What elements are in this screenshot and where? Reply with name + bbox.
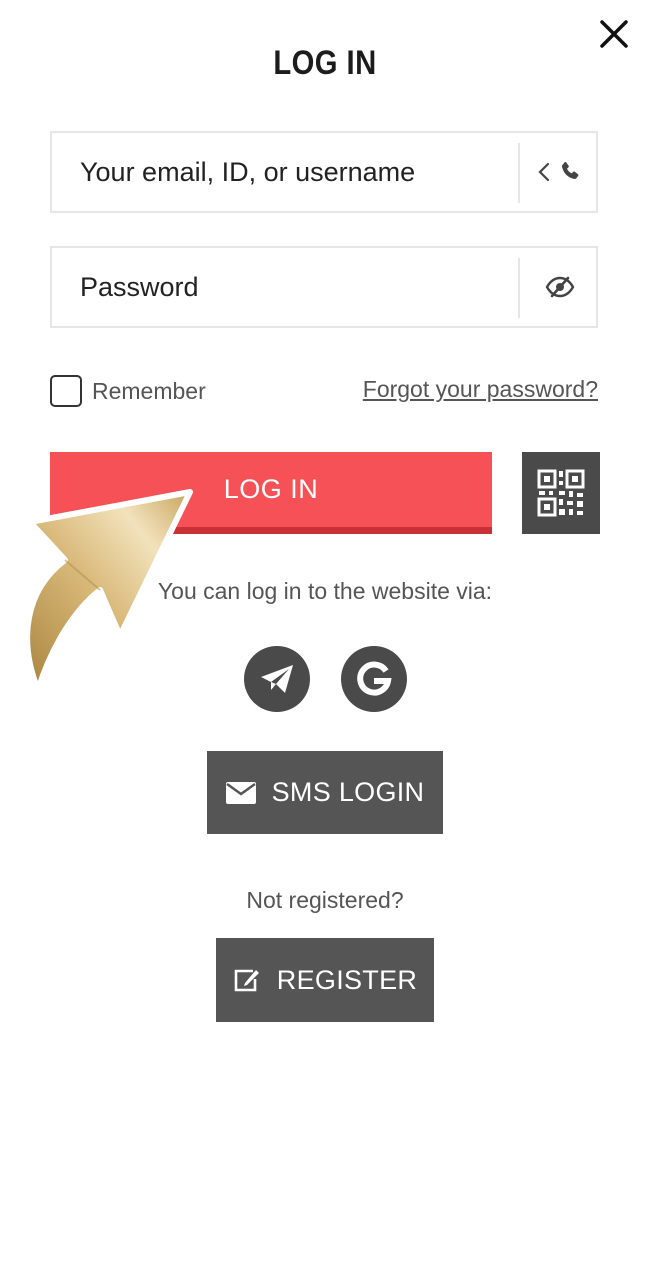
not-registered-text: Not registered? — [246, 887, 404, 913]
toggle-password-visibility[interactable] — [522, 248, 598, 326]
phone-login-toggle[interactable] — [522, 133, 598, 211]
page-title: LOG IN — [273, 44, 377, 82]
password-field-container — [50, 246, 598, 328]
google-login-button[interactable] — [341, 646, 407, 712]
qr-login-button[interactable] — [522, 452, 600, 534]
gold-arrow-icon — [24, 489, 193, 693]
telegram-icon — [261, 665, 293, 693]
envelope-icon — [225, 781, 256, 804]
register-button[interactable]: REGISTER — [216, 938, 434, 1022]
email-field-container — [50, 131, 598, 213]
forgot-password-link[interactable]: Forgot your password? — [363, 376, 598, 403]
edit-icon — [234, 969, 259, 992]
field-divider — [518, 143, 520, 203]
sms-login-button[interactable]: SMS LOGIN — [207, 751, 443, 834]
remember-label: Remember — [92, 377, 206, 404]
phone-icon — [561, 161, 579, 180]
telegram-login-button[interactable] — [244, 646, 310, 712]
chevron-left-icon — [538, 162, 550, 182]
email-field[interactable] — [52, 133, 518, 211]
sms-login-label: SMS LOGIN — [271, 777, 425, 807]
eye-slash-icon — [545, 276, 575, 298]
password-field[interactable] — [52, 248, 518, 326]
google-icon — [357, 661, 392, 696]
register-label: REGISTER — [276, 964, 418, 995]
field-divider — [518, 258, 520, 318]
remember-checkbox[interactable]: Remember — [50, 372, 206, 410]
qr-code-icon — [537, 469, 585, 517]
checkbox-box[interactable] — [50, 375, 82, 407]
